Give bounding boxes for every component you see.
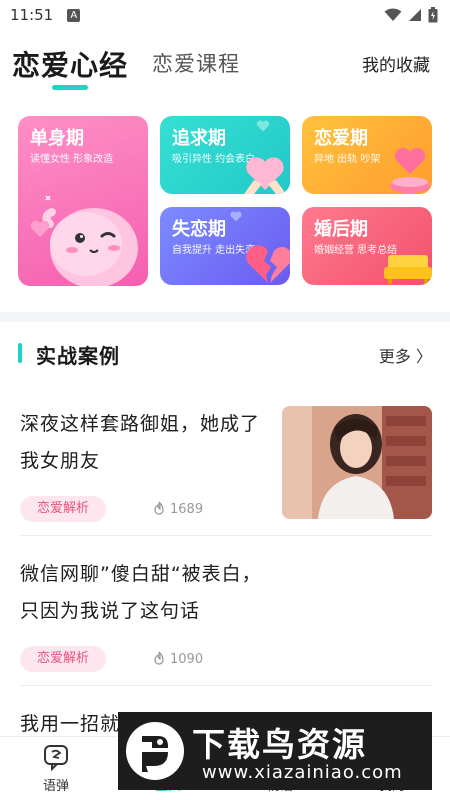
stage-card-love[interactable]: 恋爱期 异地 出轨 吵架 [302, 116, 432, 194]
status-bar: 11:51 A [0, 0, 450, 30]
article-views: 1090 [152, 651, 203, 667]
stage-card-subtitle: 异地 出轨 吵架 [314, 154, 381, 165]
fire-icon [154, 501, 164, 515]
section-title: 实战案例 [36, 344, 120, 368]
article-views: 1689 [152, 501, 203, 517]
stage-card-subtitle: 自我提升 走出失恋 [172, 245, 256, 256]
article-item[interactable]: 微信网聊”傻白甜“被表白，只因为我说了这句话 恋爱解析 1090 [0, 556, 450, 686]
stage-card-pursue[interactable]: 追求期 吸引异性 约会表白 [160, 116, 290, 194]
notification-badge: A [67, 8, 81, 22]
chat-bubble-icon [44, 745, 68, 771]
list-divider [20, 685, 432, 686]
article-tag: 恋爱解析 [20, 496, 106, 522]
active-tab-indicator [52, 85, 88, 90]
stage-card-breakup[interactable]: 失恋期 自我提升 走出失恋 [160, 207, 290, 285]
signal-icon [409, 9, 421, 21]
view-count: 1090 [170, 651, 204, 667]
sofa-icon [384, 255, 432, 284]
heart-icon [30, 220, 50, 237]
stage-card-married[interactable]: 婚后期 婚姻经营 思考总结 [302, 207, 432, 285]
nav-item-yudan[interactable]: 语弹 [16, 743, 96, 794]
bird-logo-icon [126, 722, 184, 780]
more-link[interactable]: 更多 〉 [379, 343, 432, 367]
heart-icon [230, 211, 242, 222]
tab-love-courses[interactable]: 恋爱课程 [152, 48, 240, 78]
status-icons [384, 7, 438, 23]
tab-love-tips[interactable]: 恋爱心经 [12, 44, 128, 84]
battery-icon [428, 7, 438, 23]
article-tag: 恋爱解析 [20, 646, 106, 672]
fire-icon [154, 651, 164, 665]
broken-heart-icon [246, 245, 290, 283]
my-favorites-link[interactable]: 我的收藏 [362, 51, 430, 76]
wifi-icon [384, 8, 402, 21]
status-time: 11:51 [10, 6, 54, 24]
section-header: 实战案例 更多 〉 [0, 334, 450, 374]
top-tab-bar: 恋爱心经 恋爱课程 我的收藏 [0, 36, 450, 96]
stage-card-subtitle: 读懂女性 形象改造 [30, 154, 114, 165]
stage-card-title: 单身期 [30, 128, 84, 149]
nav-label: 语弹 [42, 779, 69, 794]
stage-card-title: 追求期 [172, 128, 226, 149]
portrait-photo [282, 406, 432, 519]
article-item[interactable]: 深夜这样套路御姐，她成了我女朋友 恋爱解析 1689 [0, 406, 450, 536]
section-accent-bar [18, 343, 22, 363]
watermark-url: www.xiazainiao.com [202, 762, 403, 783]
stage-card-title: 恋爱期 [314, 128, 368, 149]
watermark-banner: 下载鸟资源 www.xiazainiao.com [118, 712, 432, 790]
stage-card-title: 失恋期 [172, 219, 226, 240]
blob-mascot-icon [42, 195, 138, 286]
list-divider [20, 535, 432, 536]
article-thumbnail[interactable] [282, 406, 432, 519]
watermark-brand: 下载鸟资源 [192, 725, 367, 764]
gift-heart-icon [390, 147, 430, 193]
article-title[interactable]: 深夜这样套路御姐，她成了我女朋友 [20, 406, 270, 480]
stage-card-single[interactable]: 单身期 读懂女性 形象改造 [18, 116, 148, 286]
heart-icon [256, 120, 270, 132]
stage-card-title: 婚后期 [314, 219, 368, 240]
section-divider [0, 312, 450, 322]
view-count: 1689 [170, 501, 204, 517]
hands-heart-icon [244, 157, 286, 194]
article-title[interactable]: 微信网聊”傻白甜“被表白，只因为我说了这句话 [20, 556, 270, 630]
